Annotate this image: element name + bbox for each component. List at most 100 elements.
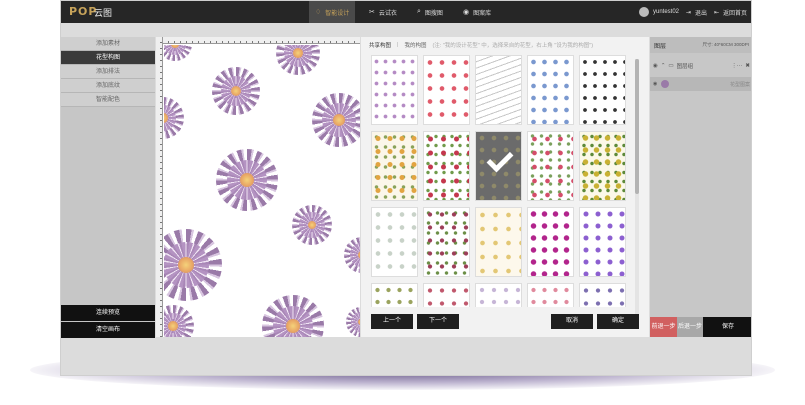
- stage: POP 云图 ♢ 智能设计 ✂ 云试衣 ⌕ 图搜图 ◉ 图案库 yuntest0…: [0, 0, 805, 405]
- next-button[interactable]: 下一个: [417, 314, 459, 329]
- flower-motif: [164, 97, 184, 139]
- pattern-tile[interactable]: [579, 131, 626, 201]
- pattern-tile[interactable]: [371, 283, 418, 307]
- pattern-tile[interactable]: [475, 55, 522, 125]
- layer-row[interactable]: ◉ 花型图案: [650, 77, 751, 91]
- design-canvas[interactable]: [164, 45, 360, 337]
- top-bar: POP 云图 ♢ 智能设计 ✂ 云试衣 ⌕ 图搜图 ◉ 图案库 yuntest0…: [61, 1, 751, 23]
- layer-thumbnail: [661, 80, 670, 88]
- eye-icon: ◉: [653, 81, 658, 87]
- lamp-icon: ♢: [315, 9, 322, 16]
- more-icon[interactable]: ⋮⋯: [731, 63, 742, 69]
- flower-motif: [164, 229, 222, 301]
- prev-button[interactable]: 上一个: [371, 314, 413, 329]
- menu-smart-color[interactable]: 智能配色: [61, 93, 155, 107]
- layers-title: 图层: [654, 43, 667, 50]
- pattern-tile[interactable]: [579, 283, 626, 307]
- pattern-grid: [371, 55, 631, 307]
- nav-image-search[interactable]: ⌕ 图搜图: [411, 1, 449, 23]
- pattern-tile[interactable]: [423, 131, 470, 201]
- shirt-icon: ✂: [369, 9, 375, 16]
- app-window: POP 云图 ♢ 智能设计 ✂ 云试衣 ⌕ 图搜图 ◉ 图案库 yuntest0…: [60, 0, 752, 376]
- save-button[interactable]: 保存: [703, 317, 751, 337]
- flower-motif: [292, 205, 332, 245]
- menu-add-material[interactable]: 添加素材: [61, 37, 155, 51]
- pattern-hint: (注: "我的设计花型" 中，选择来自的花型，右上角 "设为我的构图"): [432, 43, 594, 49]
- tab-shared-composition[interactable]: 共享构图: [369, 41, 391, 49]
- canvas-size: 尺寸: 40*60CM 300DPI: [702, 42, 749, 47]
- pattern-tile[interactable]: [423, 207, 470, 277]
- check-icon: [486, 145, 514, 173]
- pattern-tile[interactable]: [579, 207, 626, 277]
- pattern-tile[interactable]: [371, 55, 418, 125]
- nav-pattern-library[interactable]: ◉ 图案库: [457, 1, 497, 23]
- layer-group-label: 图层组: [676, 64, 694, 70]
- nav-label: 图案库: [473, 10, 492, 17]
- cancel-button[interactable]: 取消: [551, 314, 593, 329]
- folder-icon: ▭: [668, 63, 674, 69]
- ruler-vertical: [156, 37, 163, 337]
- flower-motif: [346, 307, 360, 337]
- pattern-picker: 共享构图 | 我的构图 (注: "我的设计花型" 中，选择来自的花型，右上角 "…: [361, 37, 649, 337]
- search-icon: ⌕: [417, 8, 421, 15]
- flower-motif: [344, 237, 360, 273]
- home-button[interactable]: ⇤ 返回首页: [714, 1, 747, 23]
- pattern-tile[interactable]: [475, 207, 522, 277]
- menu-pattern-composition[interactable]: 花型构图: [61, 51, 155, 65]
- close-icon[interactable]: ✖: [745, 63, 750, 69]
- chevron-up-icon: ⌃: [660, 63, 666, 69]
- confirm-button[interactable]: 确定: [597, 314, 639, 329]
- pattern-tile[interactable]: [527, 55, 574, 125]
- flower-motif: [164, 305, 194, 337]
- eye-icon: ◉: [653, 63, 658, 69]
- pattern-tile[interactable]: [371, 131, 418, 201]
- logo-title: 云图: [94, 8, 113, 18]
- logout-button[interactable]: ⇥ 退出: [686, 1, 707, 23]
- menu-add-texture[interactable]: 添加底纹: [61, 79, 155, 93]
- gallery-icon: ◉: [463, 9, 470, 16]
- user-menu[interactable]: yuntest02: [639, 1, 679, 23]
- flower-motif: [262, 295, 324, 337]
- menu-add-layout[interactable]: 添加排法: [61, 65, 155, 79]
- flower-motif: [276, 45, 320, 75]
- tab-divider: |: [397, 42, 399, 48]
- layer-label: 花型图案: [729, 81, 750, 88]
- undo-button[interactable]: 前退一步: [650, 317, 677, 337]
- nav-smart-design[interactable]: ♢ 智能设计: [309, 1, 356, 23]
- pattern-tile[interactable]: [527, 283, 574, 307]
- pattern-tile[interactable]: [423, 55, 470, 125]
- logout-icon: ⇥: [686, 9, 692, 16]
- pattern-tile-selected[interactable]: [475, 131, 522, 201]
- home-icon: ⇤: [714, 9, 720, 16]
- ruler-horizontal: [156, 37, 360, 44]
- nav-label: 云试衣: [378, 10, 397, 17]
- canvas-area: [156, 37, 360, 337]
- pattern-tile[interactable]: [527, 207, 574, 277]
- flower-motif: [216, 149, 278, 211]
- avatar: [639, 7, 649, 17]
- layer-group-row[interactable]: ◉ ⌃ ▭ 图层组 ⋮⋯ ✖: [650, 59, 751, 73]
- pattern-tile[interactable]: [423, 283, 470, 307]
- pattern-tabs: 共享构图 | 我的构图 (注: "我的设计花型" 中，选择来自的花型，右上角 "…: [361, 37, 649, 53]
- tab-my-composition[interactable]: 我的构图: [404, 41, 426, 49]
- username: yuntest02: [653, 9, 680, 15]
- clear-canvas-button[interactable]: 清空画布: [61, 322, 155, 338]
- redo-button[interactable]: 后退一步: [677, 317, 703, 337]
- flower-motif: [312, 93, 360, 147]
- nav-cloud-fitting[interactable]: ✂ 云试衣: [363, 1, 403, 23]
- layers-header: 图层 尺寸: 40*60CM 300DPI: [650, 37, 751, 53]
- layers-panel: 图层 尺寸: 40*60CM 300DPI ◉ ⌃ ▭ 图层组 ⋮⋯ ✖ ◉ 花…: [650, 37, 751, 337]
- home-label: 返回首页: [723, 10, 748, 17]
- pattern-tile[interactable]: [371, 207, 418, 277]
- scrollbar-thumb[interactable]: [635, 59, 639, 194]
- logout-label: 退出: [695, 10, 708, 17]
- continuous-preview-button[interactable]: 连续预览: [61, 305, 155, 321]
- nav-label: 智能设计: [325, 10, 350, 17]
- flower-motif: [212, 67, 260, 115]
- flower-motif: [164, 45, 192, 61]
- left-menu: 添加素材 花型构图 添加排法 添加底纹 智能配色 连续预览 清空画布: [61, 37, 155, 338]
- pattern-tile[interactable]: [527, 131, 574, 201]
- pattern-tile[interactable]: [475, 283, 522, 307]
- pattern-tile[interactable]: [579, 55, 626, 125]
- nav-label: 图搜图: [424, 10, 443, 17]
